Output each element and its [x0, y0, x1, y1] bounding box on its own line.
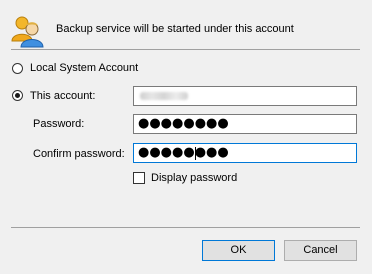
users-icon [10, 14, 44, 48]
display-password-label[interactable]: Display password [151, 172, 237, 184]
local-system-radio[interactable] [12, 63, 23, 74]
confirm-password-label: Confirm password: [33, 148, 125, 160]
header-text: Backup service will be started under thi… [56, 23, 294, 35]
cancel-button[interactable]: Cancel [284, 240, 357, 261]
local-system-label[interactable]: Local System Account [30, 62, 138, 74]
confirm-password-input[interactable]: ●●●●●●●● [133, 143, 357, 163]
text-caret [195, 147, 196, 160]
display-password-checkbox[interactable] [133, 172, 145, 184]
password-value: ●●●●●●●● [138, 116, 229, 131]
footer-separator [11, 227, 360, 228]
header-separator [11, 49, 360, 50]
ok-button[interactable]: OK [202, 240, 275, 261]
account-name-input[interactable] [133, 86, 357, 106]
confirm-password-value: ●●●●●●●● [138, 145, 229, 160]
redacted-account-name [140, 92, 188, 100]
password-label: Password: [33, 118, 85, 130]
password-input[interactable]: ●●●●●●●● [133, 114, 357, 134]
this-account-radio[interactable] [12, 90, 23, 101]
this-account-label[interactable]: This account: [30, 90, 95, 102]
